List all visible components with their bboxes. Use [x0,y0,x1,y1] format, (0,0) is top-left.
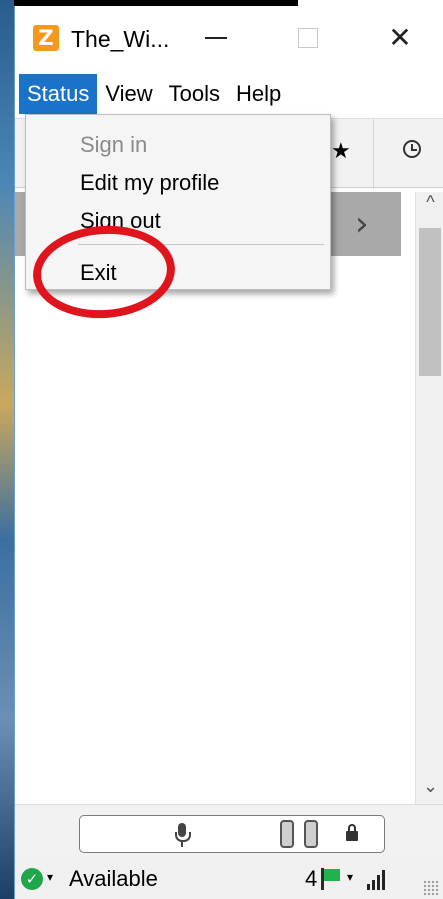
menu-item-sign-in: Sign in [80,132,148,157]
close-icon: ✕ [388,21,412,54]
scroll-down-arrow-icon[interactable]: ⌄ [416,776,443,804]
chevron-right-icon[interactable]: › [355,204,369,244]
title-bar: Z The_Wi... ✕ [15,6,443,68]
lock-icon[interactable] [346,824,358,841]
window-title: The_Wi... [71,26,170,52]
flag-icon[interactable] [321,868,343,890]
scroll-thumb[interactable] [419,228,441,376]
maximize-button[interactable] [285,18,331,58]
signal-bar [377,875,380,890]
maximize-icon [298,28,318,48]
star-icon[interactable]: ★ [331,139,351,164]
minimize-button[interactable] [193,18,239,58]
status-bar: ✓ ▾ Available 4 ▾ [15,856,443,899]
microphone-stem [181,841,183,847]
clock-icon[interactable] [403,140,421,158]
menu-tools[interactable]: Tools [161,74,228,114]
menu-item-edit-profile[interactable]: Edit my profile [80,169,219,197]
desktop-background-strip [0,0,14,899]
flag-caret-icon[interactable]: ▾ [347,870,353,884]
menu-view[interactable]: View [97,74,160,114]
menu-status[interactable]: Status [19,74,98,114]
audio-control-box [79,815,385,853]
toolbar-divider [373,119,374,189]
signal-bar [372,880,375,890]
signal-icon [367,868,391,890]
signal-bar [382,870,385,890]
volume-slider-left[interactable] [280,820,294,848]
close-button[interactable]: ✕ [377,18,423,58]
status-text[interactable]: Available [69,866,158,892]
status-caret-icon[interactable]: ▾ [47,870,53,884]
minimize-icon [205,37,227,39]
volume-slider-right[interactable] [304,820,318,848]
vertical-scrollbar[interactable]: ^ ⌄ [415,192,443,804]
scroll-up-arrow-icon[interactable]: ^ [416,192,443,220]
audio-controls-strip [15,804,443,856]
menu-help[interactable]: Help [228,74,289,114]
message-count: 4 [305,866,318,891]
app-window: Z The_Wi... ✕ Status View Tools Help ★ ›… [14,6,443,899]
menu-bar: Status View Tools Help [15,74,443,114]
signal-bar [367,884,370,890]
flag-cloth [324,869,340,881]
resize-grip[interactable] [423,880,439,896]
check-icon[interactable]: ✓ [21,868,43,890]
app-logo-icon: Z [33,25,59,51]
microphone-icon[interactable] [175,823,191,842]
